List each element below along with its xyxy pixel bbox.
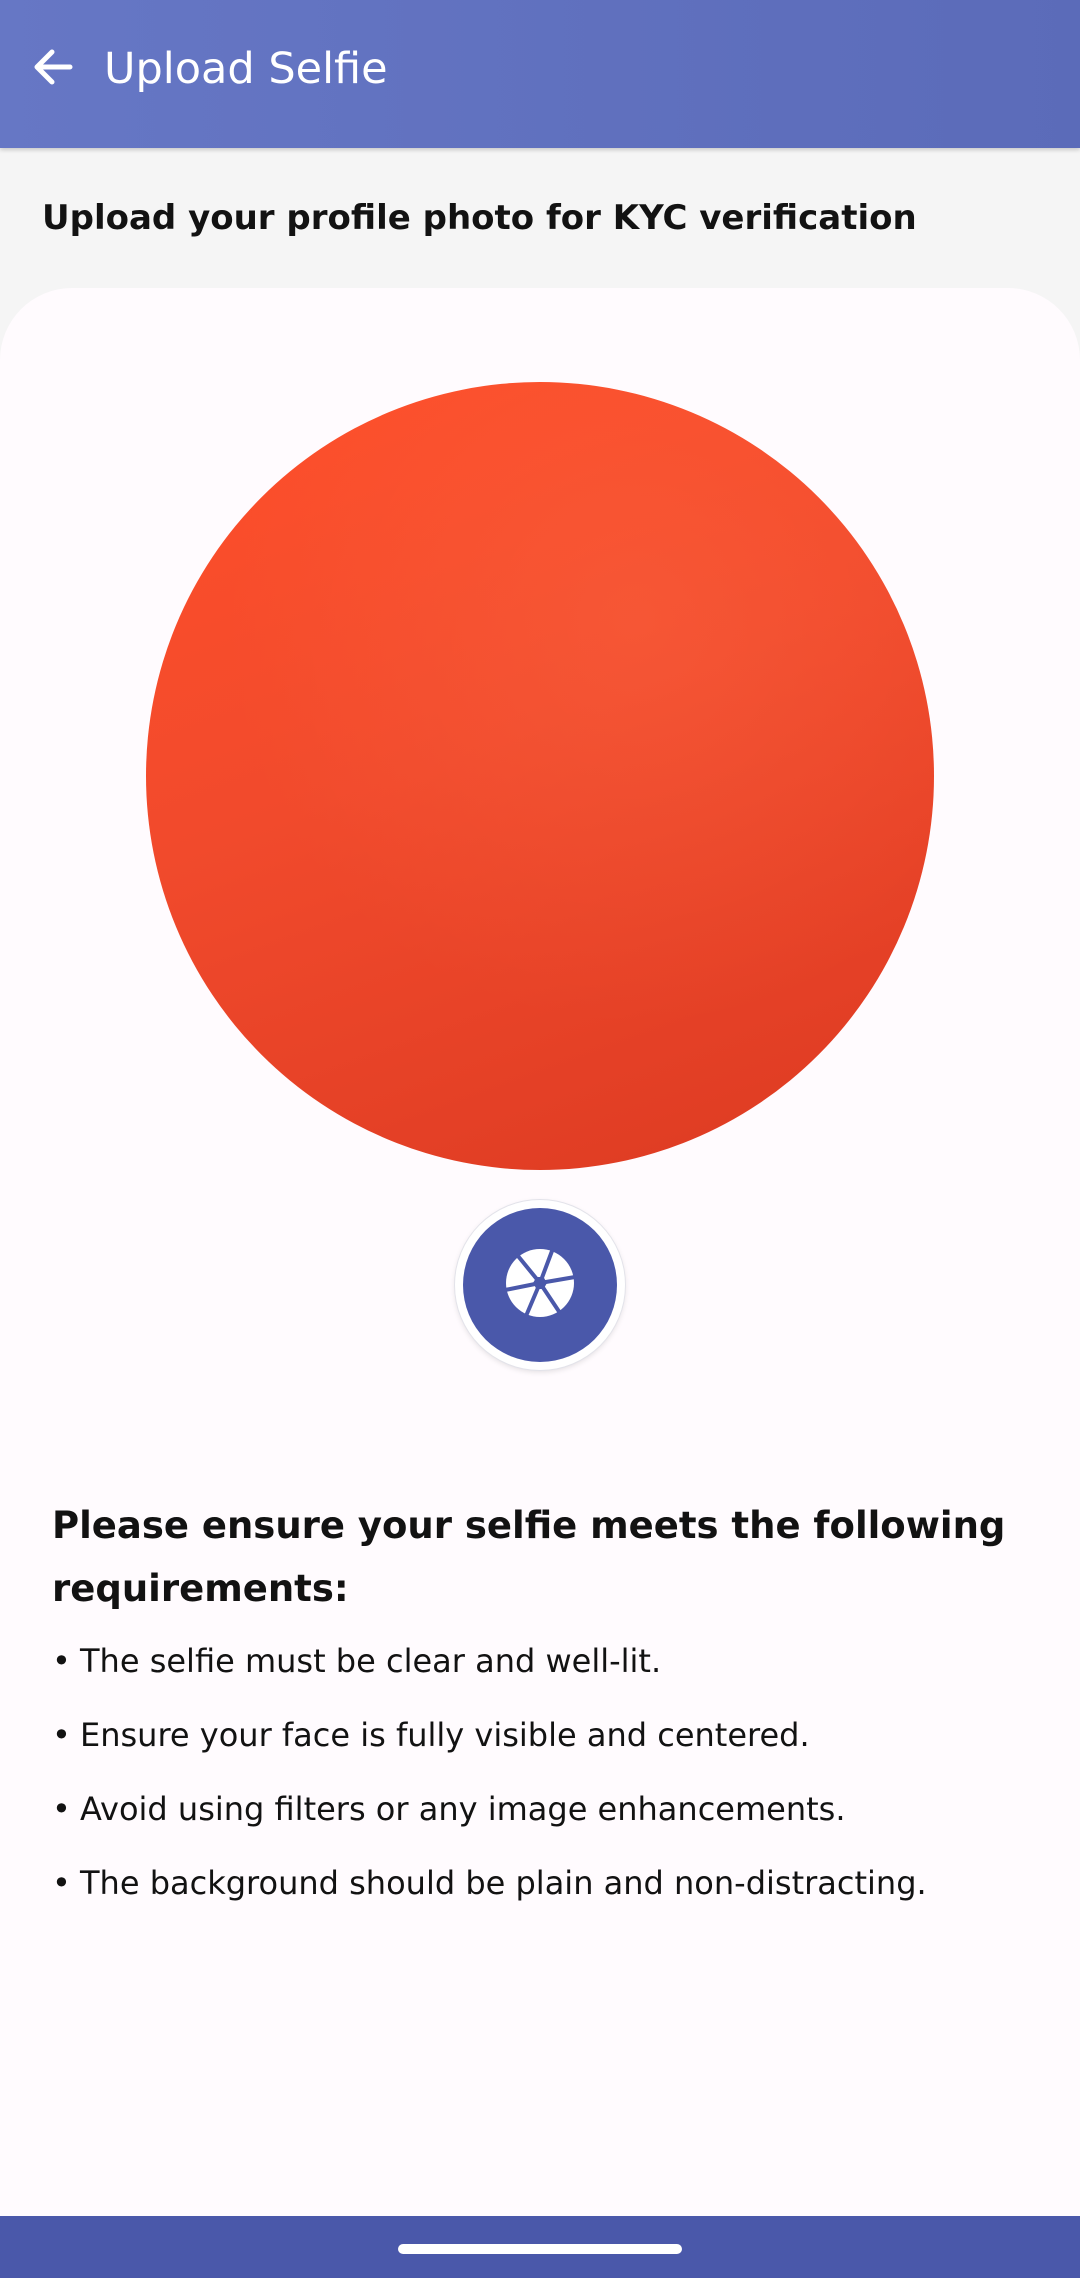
system-navigation-bar [0, 2216, 1080, 2278]
requirement-item: • Avoid using filters or any image enhanc… [52, 1784, 1042, 1858]
bullet-icon: • [52, 1716, 71, 1754]
requirement-item: • The selfie must be clear and well-lit. [52, 1636, 1042, 1710]
page-title: Upload Selfie [104, 44, 388, 94]
capture-selfie-button[interactable] [455, 1200, 625, 1370]
requirement-text: The selfie must be clear and well-lit. [80, 1642, 662, 1680]
requirements-list: • The selfie must be clear and well-lit. … [52, 1636, 1042, 1932]
camera-shutter-icon [503, 1247, 577, 1323]
bullet-icon: • [52, 1790, 71, 1828]
home-indicator[interactable] [398, 2244, 682, 2254]
requirement-item: • Ensure your face is fully visible and c… [52, 1710, 1042, 1784]
selfie-preview-shading [146, 382, 934, 1170]
requirement-text: Avoid using filters or any image enhance… [80, 1790, 846, 1828]
back-button[interactable] [22, 38, 84, 100]
app-bar: Upload Selfie [0, 0, 1080, 148]
requirements-heading: Please ensure your selfie meets the foll… [52, 1504, 1006, 1610]
bullet-icon: • [52, 1642, 71, 1680]
requirement-item: • The background should be plain and non-… [52, 1858, 1042, 1932]
requirement-text: The background should be plain and non-d… [80, 1864, 927, 1902]
selfie-preview [146, 382, 934, 1170]
kyc-instruction-text: Upload your profile photo for KYC verifi… [42, 198, 917, 238]
bullet-icon: • [52, 1864, 71, 1902]
arrow-left-icon [30, 44, 76, 94]
requirement-text: Ensure your face is fully visible and ce… [80, 1716, 810, 1754]
capture-button-face [463, 1208, 617, 1362]
